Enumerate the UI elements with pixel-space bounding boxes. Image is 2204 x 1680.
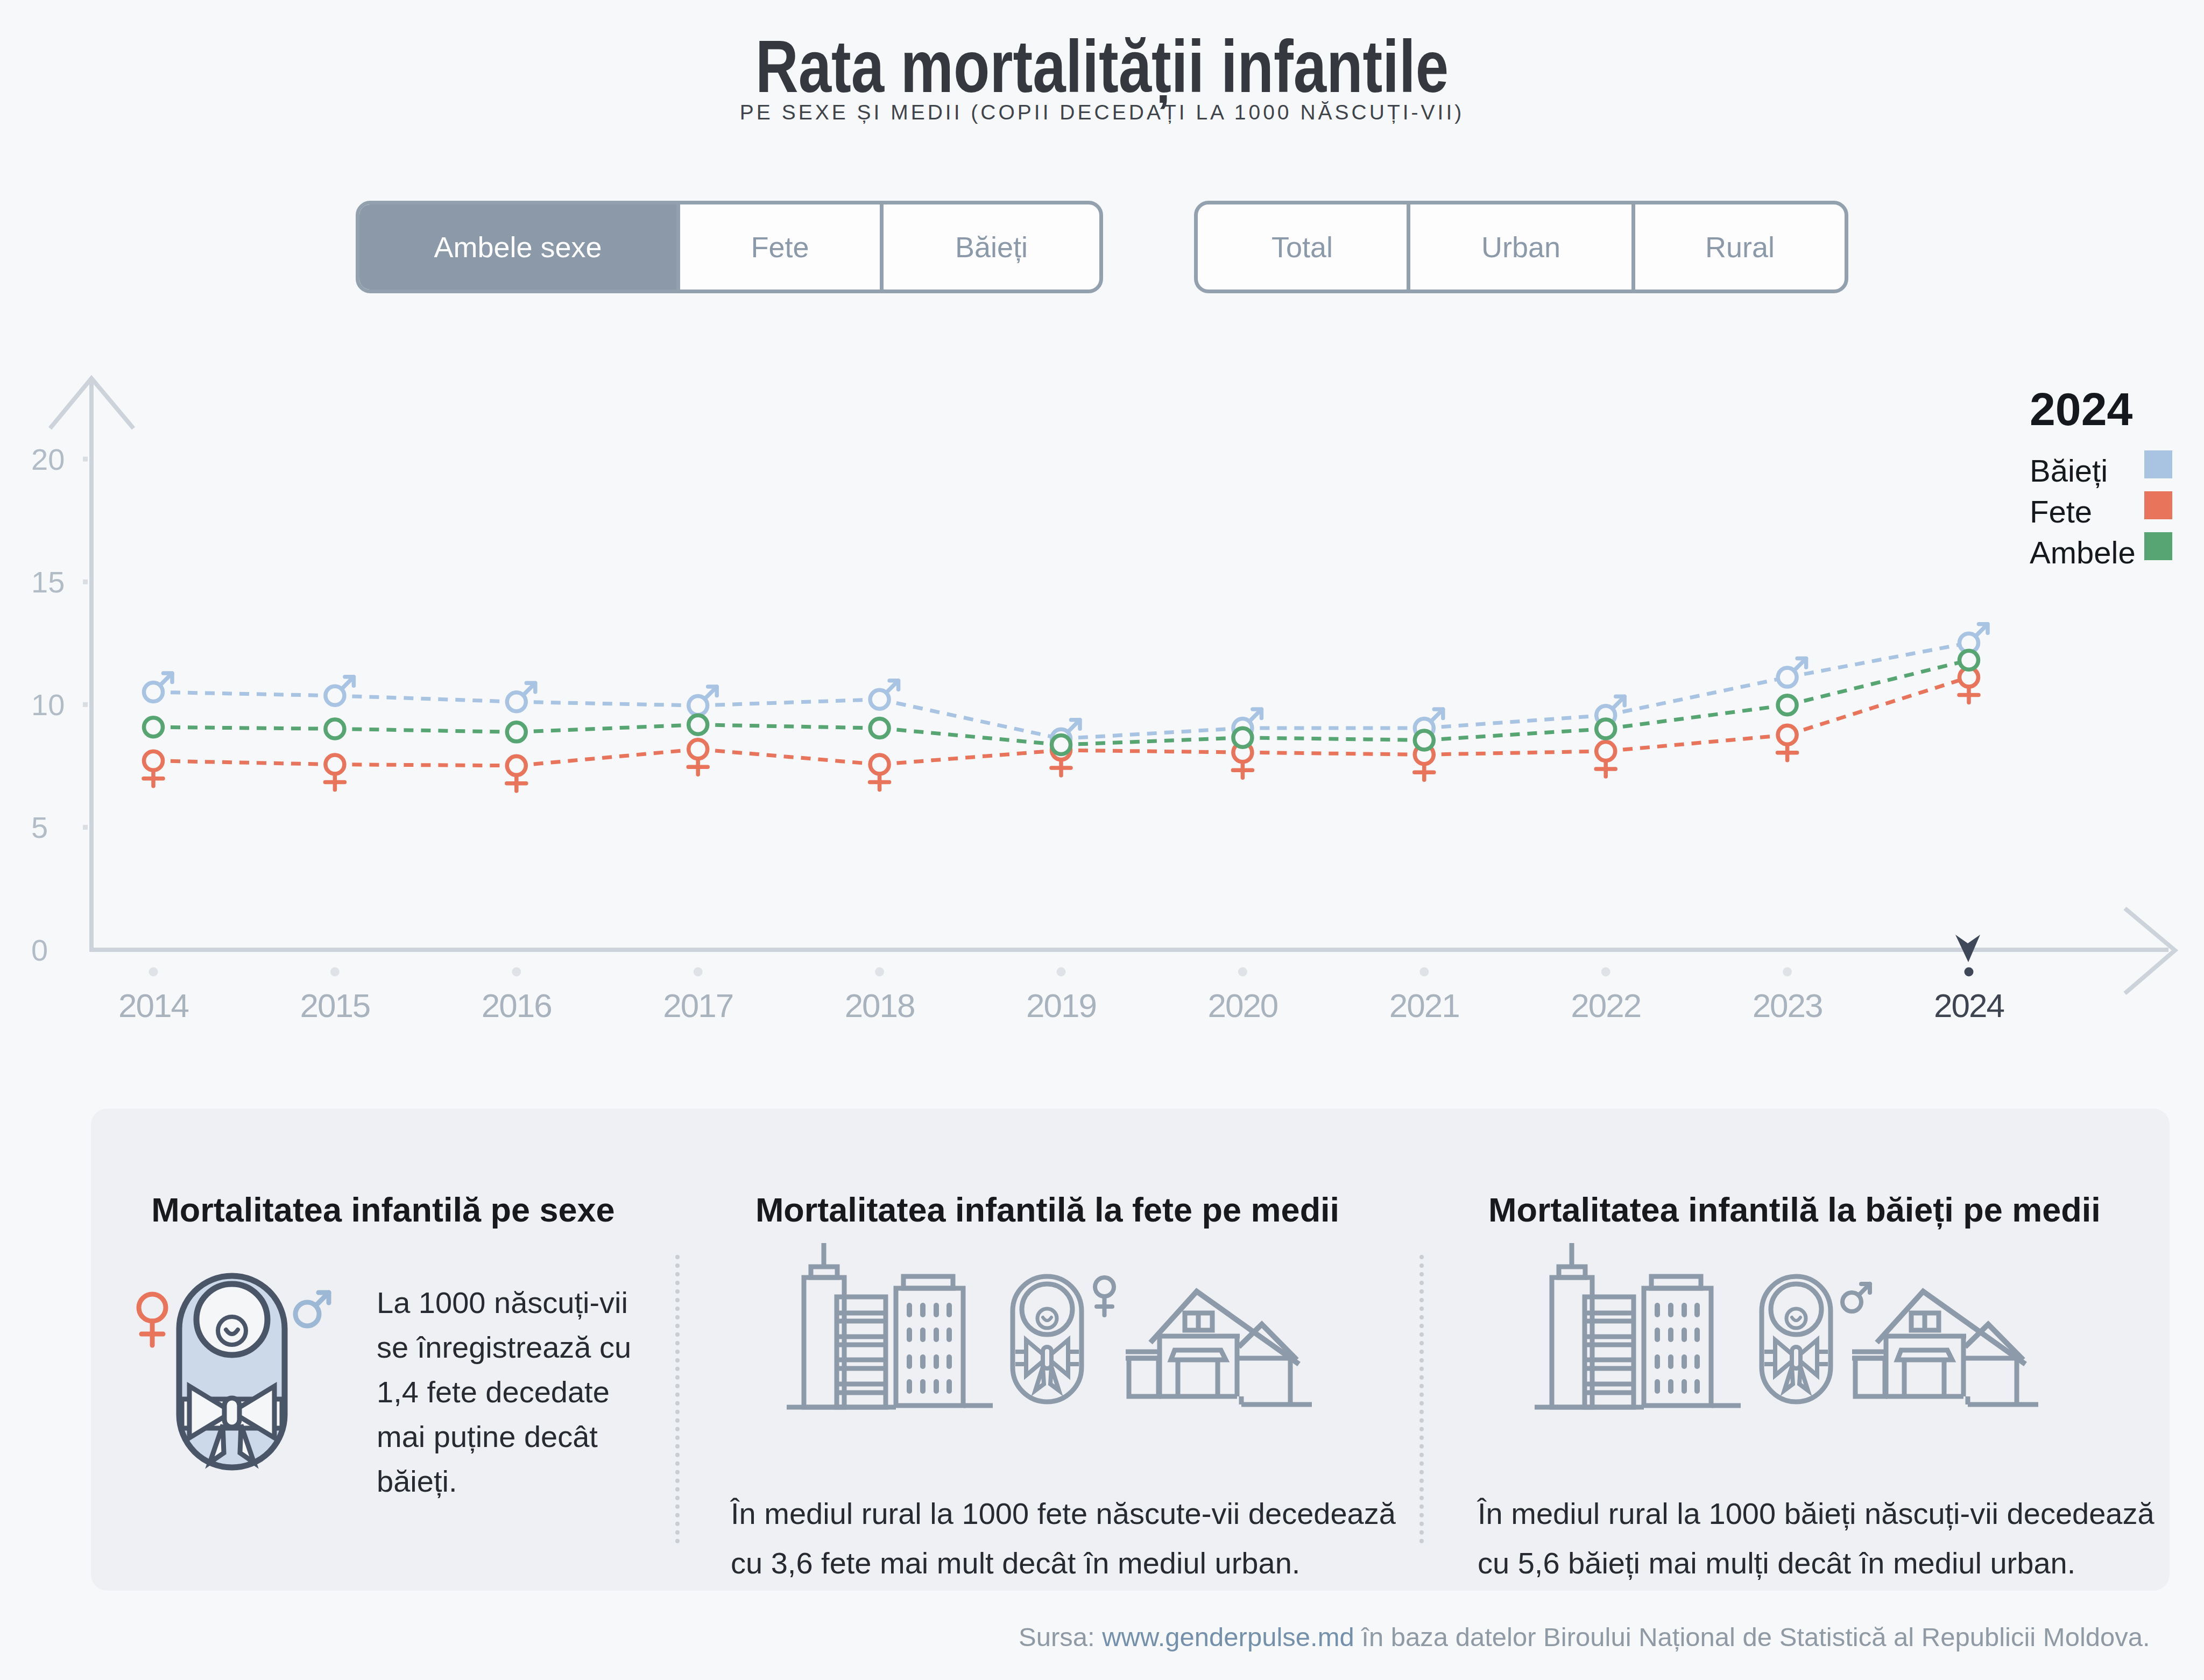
svg-text:10: 10 [31, 688, 65, 722]
svg-text:0: 0 [31, 933, 48, 967]
svg-text:2018: 2018 [845, 987, 915, 1024]
svg-text:2024: 2024 [1934, 987, 2004, 1024]
svg-text:15: 15 [31, 565, 65, 599]
svg-text:2017: 2017 [663, 987, 733, 1024]
svg-text:2022: 2022 [1571, 987, 1641, 1024]
svg-text:20: 20 [31, 442, 65, 476]
svg-text:Ambele: Ambele [2030, 535, 2136, 570]
svg-text:2019: 2019 [1026, 987, 1096, 1024]
svg-text:Fete: Fete [2030, 494, 2092, 529]
svg-text:Băieți: Băieți [2030, 453, 2108, 488]
svg-text:2024: 2024 [2030, 383, 2132, 435]
svg-text:5: 5 [31, 810, 48, 844]
svg-text:2021: 2021 [1389, 987, 1459, 1024]
svg-text:2023: 2023 [1753, 987, 1822, 1024]
svg-text:2014: 2014 [118, 987, 188, 1024]
svg-text:2020: 2020 [1207, 987, 1277, 1024]
svg-text:2015: 2015 [300, 987, 370, 1024]
svg-text:2016: 2016 [482, 987, 552, 1024]
